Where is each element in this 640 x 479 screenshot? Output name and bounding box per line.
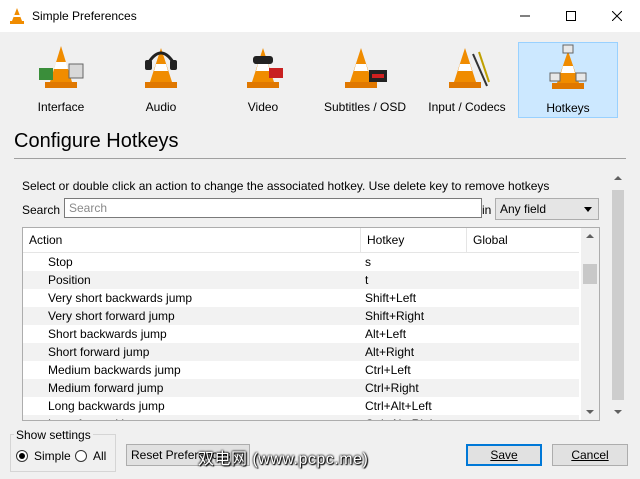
cancel-label: Cancel	[571, 448, 609, 462]
category-audio[interactable]: Audio	[112, 42, 210, 118]
table-scroll-thumb[interactable]	[583, 264, 597, 284]
title-bar[interactable]: Simple Preferences	[0, 0, 640, 32]
cancel-button[interactable]: Cancel	[552, 444, 628, 466]
column-header-global[interactable]: Global	[467, 228, 579, 252]
hotkey-cell: Shift+Left	[365, 291, 417, 305]
scroll-up-icon[interactable]	[586, 234, 594, 238]
category-hotkeys[interactable]: Hotkeys	[518, 42, 618, 118]
action-cell: Position	[48, 273, 91, 287]
column-header-action[interactable]: Action	[23, 228, 361, 252]
maximize-button[interactable]	[548, 0, 594, 32]
vlc-cone-icon	[9, 7, 25, 28]
close-icon	[612, 11, 622, 21]
table-row[interactable]: Long backwards jump Ctrl+Alt+Left	[23, 397, 579, 415]
hotkey-cell: Ctrl+Left	[365, 363, 411, 377]
maximize-icon	[566, 11, 576, 21]
action-cell: Short backwards jump	[48, 327, 167, 341]
hotkey-cell: Alt+Left	[365, 327, 407, 341]
table-row[interactable]: Position t	[23, 271, 579, 289]
table-row[interactable]: Short backwards jump Alt+Left	[23, 325, 579, 343]
simple-radio[interactable]	[16, 450, 28, 462]
hotkey-cell: t	[365, 273, 369, 287]
action-cell: Stop	[48, 255, 73, 269]
action-cell: Long forward jump	[48, 415, 147, 420]
subtitles-cone-icon	[345, 48, 387, 88]
hotkey-cell: Alt+Right	[365, 345, 415, 359]
interface-cone-icon	[39, 46, 84, 88]
search-input[interactable]	[64, 198, 482, 218]
category-label: Hotkeys	[546, 101, 590, 115]
table-row[interactable]: Short forward jump Alt+Right	[23, 343, 579, 361]
column-header-hotkey[interactable]: Hotkey	[361, 228, 467, 252]
page-title: Configure Hotkeys	[14, 130, 179, 152]
minimize-button[interactable]	[502, 0, 548, 32]
scroll-up-icon[interactable]	[614, 176, 622, 180]
save-button[interactable]: Save	[466, 444, 542, 466]
search-label: Search	[22, 203, 61, 217]
action-cell: Very short backwards jump	[48, 291, 193, 305]
minimize-icon	[520, 15, 530, 17]
category-label: Audio	[145, 100, 177, 114]
hotkey-cell: s	[365, 255, 371, 269]
scroll-down-icon[interactable]	[614, 410, 622, 414]
in-label: in	[482, 203, 492, 217]
close-button[interactable]	[594, 0, 640, 32]
hotkey-cell: Ctrl+Alt+Left	[365, 399, 432, 413]
heading-divider	[14, 158, 626, 159]
category-subtitles-osd[interactable]: Subtitles / OSD	[316, 42, 414, 118]
category-video[interactable]: Video	[214, 42, 312, 118]
save-label: Save	[490, 448, 518, 462]
audio-cone-icon	[145, 48, 177, 88]
all-radio[interactable]	[75, 450, 87, 462]
panel-scroll-thumb[interactable]	[612, 190, 624, 400]
instructions-text: Select or double click an action to chan…	[22, 179, 550, 193]
table-row[interactable]: Medium forward jump Ctrl+Right	[23, 379, 579, 397]
table-row[interactable]: Long forward jump Ctrl+Alt+Right	[23, 415, 579, 420]
action-cell: Long backwards jump	[48, 399, 165, 413]
hotkeys-table[interactable]: Action Hotkey Global Stop s Position t Very …	[22, 227, 600, 421]
table-row[interactable]: Very short forward jump Shift+Right	[23, 307, 579, 325]
action-cell: Medium backwards jump	[48, 363, 181, 377]
watermark: 双电网 (www.pcpc.me)	[198, 451, 369, 468]
all-radio-label[interactable]: All	[93, 449, 106, 463]
category-toolbar: Interface Audio Video Subtitles / OSD In…	[0, 32, 640, 122]
search-field-select[interactable]: Any field	[495, 198, 599, 220]
category-label: Input / Codecs	[428, 100, 506, 114]
hotkey-cell: Ctrl+Right	[365, 381, 419, 395]
category-label: Video	[247, 100, 279, 114]
table-row[interactable]: Stop s	[23, 253, 579, 271]
category-label: Interface	[37, 100, 85, 114]
input-codecs-cone-icon	[449, 48, 490, 88]
hotkey-cell: Ctrl+Alt+Right	[365, 415, 440, 420]
video-cone-icon	[247, 48, 283, 88]
show-settings-label: Show settings	[14, 428, 93, 442]
hotkeys-cone-icon	[549, 44, 587, 89]
action-cell: Very short forward jump	[48, 309, 175, 323]
category-label: Subtitles / OSD	[323, 100, 407, 114]
scroll-down-icon[interactable]	[586, 410, 594, 414]
table-row[interactable]: Very short backwards jump Shift+Left	[23, 289, 579, 307]
category-input-codecs[interactable]: Input / Codecs	[418, 42, 516, 118]
select-value: Any field	[500, 202, 547, 216]
panel-scrollbar[interactable]	[610, 170, 626, 420]
window-title: Simple Preferences	[32, 9, 137, 23]
table-scrollbar[interactable]	[581, 228, 599, 420]
table-row[interactable]: Medium backwards jump Ctrl+Left	[23, 361, 579, 379]
action-cell: Short forward jump	[48, 345, 150, 359]
action-cell: Medium forward jump	[48, 381, 164, 395]
chevron-down-icon	[584, 207, 592, 212]
simple-radio-label[interactable]: Simple	[34, 449, 71, 463]
category-interface[interactable]: Interface	[12, 42, 110, 118]
table-header: Action Hotkey Global	[23, 228, 579, 253]
hotkey-cell: Shift+Right	[365, 309, 425, 323]
